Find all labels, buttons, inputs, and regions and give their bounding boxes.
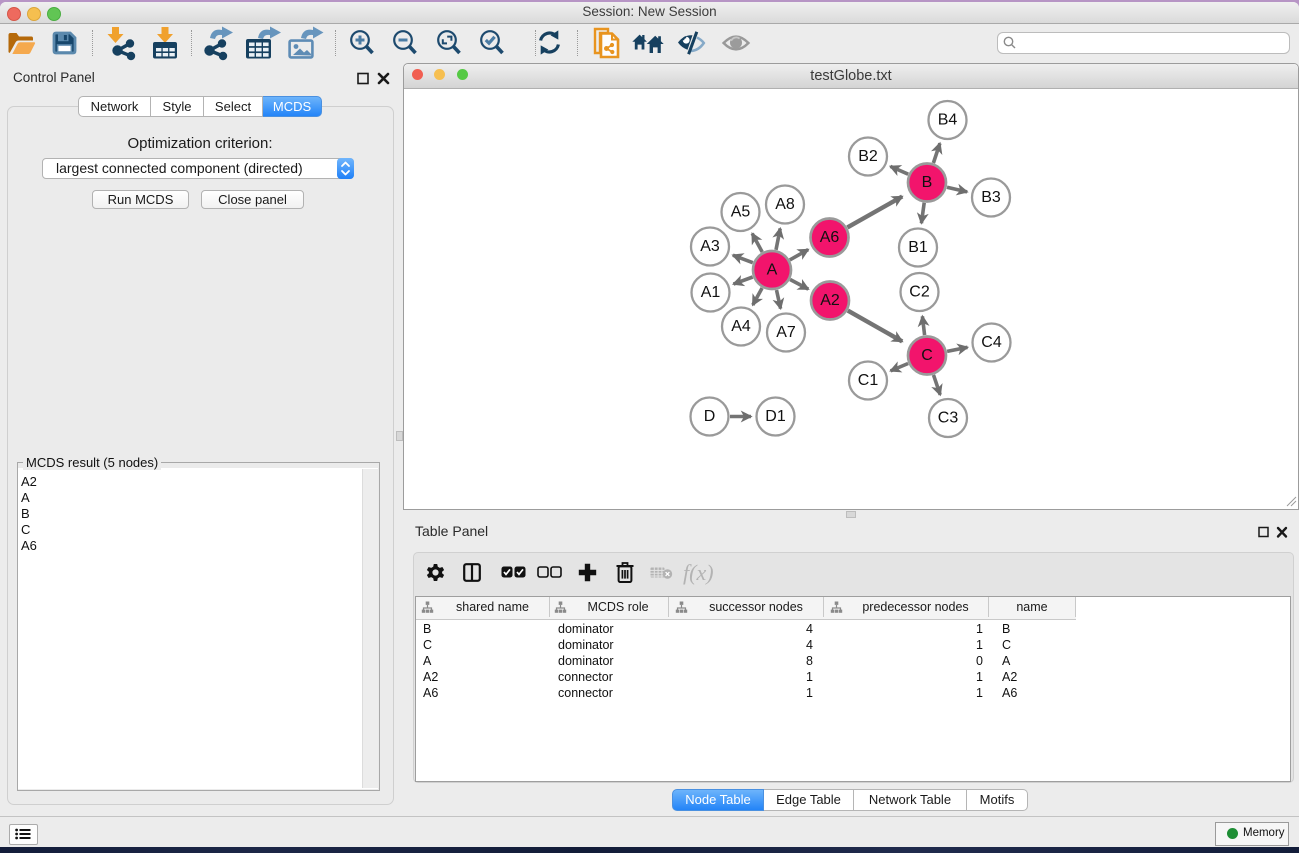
svg-text:A4: A4: [731, 318, 751, 335]
svg-text:A6: A6: [820, 229, 840, 246]
svg-text:A1: A1: [701, 284, 721, 301]
svg-text:C4: C4: [981, 334, 1002, 351]
svg-text:A7: A7: [776, 324, 796, 341]
svg-text:A3: A3: [700, 238, 720, 255]
svg-text:D: D: [704, 408, 716, 425]
svg-text:C1: C1: [858, 372, 879, 389]
svg-text:A8: A8: [775, 196, 795, 213]
svg-text:C2: C2: [909, 284, 930, 301]
svg-text:D1: D1: [765, 408, 786, 425]
svg-text:B: B: [922, 174, 933, 191]
svg-text:A2: A2: [820, 292, 840, 309]
svg-text:C: C: [921, 347, 933, 364]
svg-text:C3: C3: [938, 410, 959, 427]
svg-text:B4: B4: [938, 112, 958, 129]
svg-text:B1: B1: [908, 239, 928, 256]
svg-text:B3: B3: [981, 189, 1001, 206]
svg-text:A: A: [767, 262, 778, 279]
svg-text:B2: B2: [858, 148, 878, 165]
svg-text:A5: A5: [731, 204, 751, 221]
